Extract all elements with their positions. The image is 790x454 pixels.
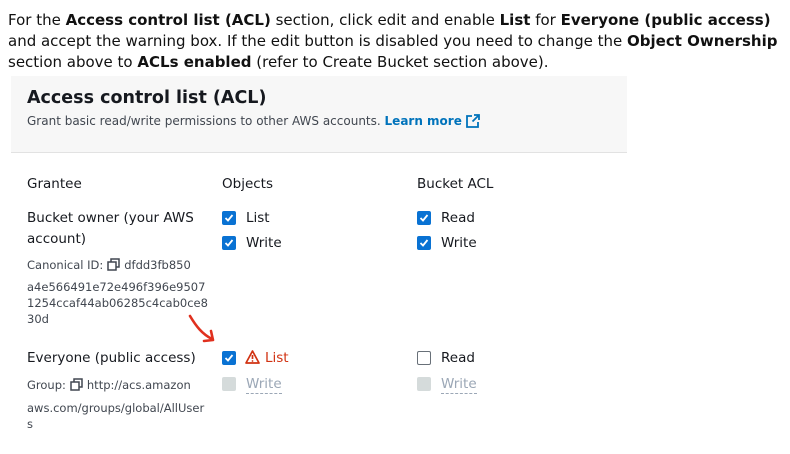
column-header-objects: Objects <box>222 176 274 192</box>
canonical-id: Canonical ID: dfdd3fb850 <box>27 257 191 275</box>
copy-icon[interactable] <box>70 378 83 395</box>
group-uri-value: aws.com/groups/global/AllUser s <box>27 401 205 431</box>
learn-more-link[interactable]: Learn more <box>385 114 480 128</box>
objects-list-checkbox-owner[interactable] <box>222 211 236 225</box>
column-header-grantee: Grantee <box>27 176 82 192</box>
objects-list-label-everyone: List <box>245 350 289 368</box>
bucket-read-checkbox-everyone[interactable] <box>417 351 431 365</box>
bucket-write-checkbox-everyone[interactable] <box>417 377 431 391</box>
annotation-arrow-icon <box>188 314 215 343</box>
objects-write-checkbox-owner[interactable] <box>222 236 236 250</box>
objects-write-label-owner: Write <box>246 235 282 251</box>
grantee-everyone: Everyone (public access) <box>27 350 196 366</box>
panel-title: Access control list (ACL) <box>27 88 267 108</box>
objects-write-label-everyone: Write <box>246 376 282 394</box>
objects-list-label-owner: List <box>246 210 270 226</box>
grantee-bucket-owner: Bucket owner (your AWS account) <box>27 210 194 247</box>
copy-icon[interactable] <box>107 258 120 275</box>
group-uri: Group: http://acs.amazon <box>27 377 191 395</box>
bucket-write-checkbox-owner[interactable] <box>417 236 431 250</box>
column-header-bucket-acl: Bucket ACL <box>417 176 494 192</box>
bucket-read-checkbox-owner[interactable] <box>417 211 431 225</box>
objects-list-checkbox-everyone[interactable] <box>222 351 236 365</box>
bucket-write-label-everyone: Write <box>441 376 477 394</box>
warning-icon <box>245 350 260 368</box>
objects-write-checkbox-everyone[interactable] <box>222 377 236 391</box>
bucket-write-label-owner: Write <box>441 235 477 251</box>
instruction-text: For the Access control list (ACL) sectio… <box>8 11 778 71</box>
external-link-icon <box>465 114 480 131</box>
acl-panel-header: Access control list (ACL) Grant basic re… <box>11 76 627 153</box>
canonical-id-value: a4e566491e72e496f396e9507 1254ccaf44ab06… <box>27 280 208 326</box>
panel-description: Grant basic read/write permissions to ot… <box>27 114 480 131</box>
bucket-read-label-everyone: Read <box>441 350 475 366</box>
bucket-read-label-owner: Read <box>441 210 475 226</box>
